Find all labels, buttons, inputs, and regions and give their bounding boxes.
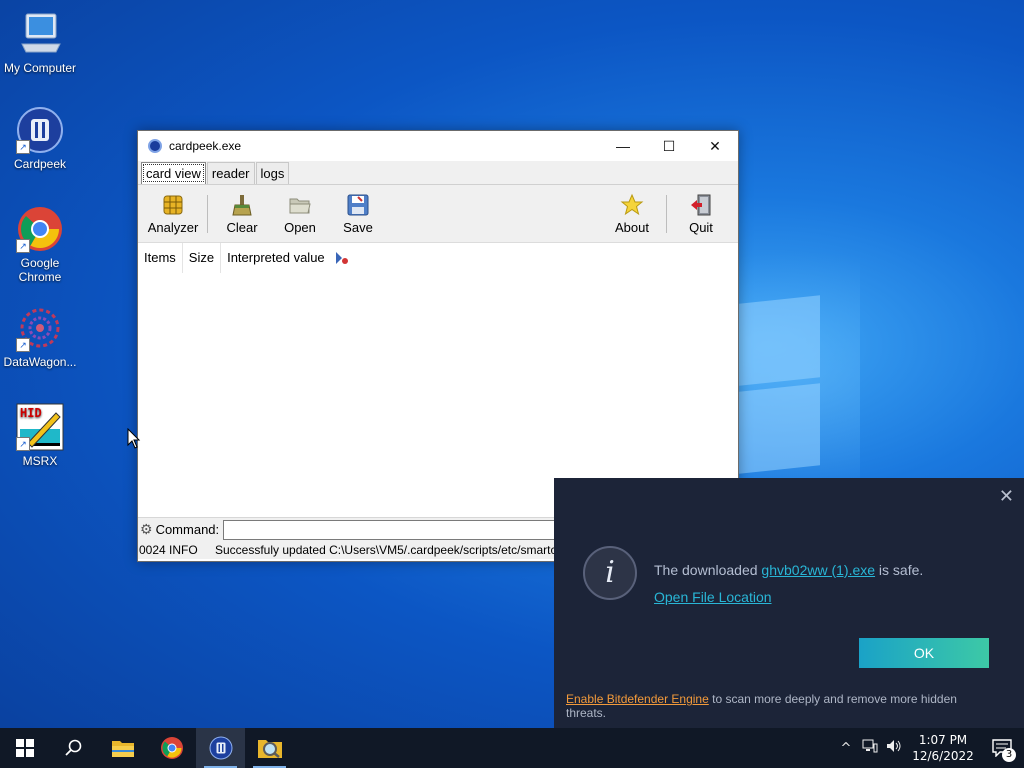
cardpeek-icon: ↗ xyxy=(16,106,64,154)
computer-icon xyxy=(16,10,64,58)
datawagon-icon: ↗ xyxy=(16,304,64,352)
windows-start-icon xyxy=(15,739,34,757)
analyzer-label: Analyzer xyxy=(147,219,199,235)
msrx-icon: HID ↗ xyxy=(16,403,64,451)
desktop-icon-datawagon[interactable]: ↗ DataWagon... xyxy=(0,304,80,369)
broom-icon xyxy=(232,194,252,215)
quit-label: Quit xyxy=(689,219,713,235)
shortcut-arrow-icon: ↗ xyxy=(16,338,30,352)
downloaded-file-link[interactable]: ghvb02ww (1).exe xyxy=(761,562,875,578)
minimize-button[interactable]: — xyxy=(600,131,646,161)
search-icon xyxy=(64,739,81,756)
window-titlebar[interactable]: cardpeek.exe — ☐ ✕ xyxy=(138,131,738,161)
cardpeek-app-icon xyxy=(148,139,162,153)
notification-count-badge: 3 xyxy=(1002,748,1016,762)
toolbar-separator xyxy=(666,194,667,233)
toolbar-separator xyxy=(207,194,208,233)
system-tray: ^ 1:07 PM 12/6/2022 3 xyxy=(834,728,1024,768)
close-button[interactable]: ✕ xyxy=(692,131,738,161)
network-icon[interactable] xyxy=(858,739,882,757)
message-prefix: The downloaded xyxy=(654,562,762,578)
gear-icon: ⚙ xyxy=(140,521,153,537)
maximize-button[interactable]: ☐ xyxy=(646,131,692,161)
about-label: About xyxy=(615,219,649,235)
column-header-size[interactable]: Size xyxy=(183,243,222,273)
about-button[interactable]: About xyxy=(603,193,661,235)
column-header-items[interactable]: Items xyxy=(138,243,183,273)
taskbar-chrome[interactable] xyxy=(147,728,196,768)
volume-icon[interactable] xyxy=(882,739,906,757)
shortcut-arrow-icon: ↗ xyxy=(16,437,30,451)
tab-card-view[interactable]: card view xyxy=(141,162,206,184)
taskbar: ^ 1:07 PM 12/6/2022 3 xyxy=(0,728,1024,768)
clock-date: 12/6/2022 xyxy=(912,749,974,763)
start-button[interactable] xyxy=(0,728,49,768)
tab-bar: card view reader logs xyxy=(138,161,738,185)
status-level: 0024 INFO xyxy=(139,543,198,557)
desktop-icon-label: DataWagon... xyxy=(3,355,77,369)
ok-button[interactable]: OK xyxy=(859,638,989,668)
quit-button[interactable]: Quit xyxy=(672,193,730,235)
svg-text:HID: HID xyxy=(20,406,42,420)
notification-close-button[interactable]: ✕ xyxy=(999,486,1014,507)
window-title: cardpeek.exe xyxy=(169,139,242,153)
desktop-icon-cardpeek[interactable]: ↗ Cardpeek xyxy=(0,106,80,171)
open-button[interactable]: Open xyxy=(271,193,329,235)
notification-footer: Enable Bitdefender Engine to scan more d… xyxy=(566,692,986,720)
enable-bitdefender-engine-link[interactable]: Enable Bitdefender Engine xyxy=(566,692,709,706)
clear-label: Clear xyxy=(226,219,258,235)
tab-logs[interactable]: logs xyxy=(255,162,290,184)
analyzer-button[interactable]: Analyzer xyxy=(144,193,202,235)
save-label: Save xyxy=(343,219,373,235)
chip-icon xyxy=(163,195,183,214)
desktop-icon-my-computer[interactable]: My Computer xyxy=(0,10,80,75)
desktop-icon-label: Google Chrome xyxy=(18,256,62,284)
clock[interactable]: 1:07 PM 12/6/2022 xyxy=(906,732,980,764)
chrome-icon: ↗ xyxy=(16,205,64,253)
desktop-icon-label: MSRX xyxy=(22,454,58,468)
bitdefender-notification: ✕ i The downloaded ghvb02ww (1).exe is s… xyxy=(554,478,1024,728)
magnifier-folder-icon xyxy=(257,740,282,758)
shortcut-arrow-icon: ↗ xyxy=(16,140,30,154)
taskbar-cardpeek[interactable] xyxy=(196,728,245,768)
column-header-interpreted-value[interactable]: Interpreted value xyxy=(221,243,331,273)
desktop-icon-google-chrome[interactable]: ↗ Google Chrome xyxy=(0,205,80,284)
desktop-icon-label: My Computer xyxy=(3,61,77,75)
floppy-disk-icon xyxy=(347,194,369,215)
folder-icon xyxy=(111,741,134,757)
save-button[interactable]: Save xyxy=(329,193,387,235)
status-message: Successfuly updated C:\Users\VM5/.cardpe… xyxy=(215,543,612,557)
mouse-cursor-icon xyxy=(127,428,141,449)
clock-time: 1:07 PM xyxy=(918,733,968,747)
notification-message: The downloaded ghvb02ww (1).exe is safe. xyxy=(654,562,923,578)
shortcut-arrow-icon: ↗ xyxy=(16,239,30,253)
folder-icon xyxy=(289,198,311,213)
taskbar-scanner-app[interactable] xyxy=(245,728,294,768)
action-center-button[interactable]: 3 xyxy=(980,728,1024,768)
chrome-icon xyxy=(160,737,183,759)
show-hidden-icons-button[interactable]: ^ xyxy=(834,741,858,756)
desktop-icon-msrx[interactable]: HID ↗ MSRX xyxy=(0,403,80,468)
toolbar: Analyzer Clear Open Save About Quit xyxy=(138,185,738,243)
toggle-view-icon[interactable] xyxy=(333,250,349,266)
star-icon xyxy=(620,193,644,215)
exit-door-icon xyxy=(691,194,711,215)
desktop-icon-label: Cardpeek xyxy=(13,157,67,171)
info-icon: i xyxy=(583,546,637,600)
open-label: Open xyxy=(284,219,316,235)
command-label: Command: xyxy=(155,522,220,537)
clear-button[interactable]: Clear xyxy=(213,193,271,235)
open-file-location-link[interactable]: Open File Location xyxy=(654,589,772,605)
message-suffix: is safe. xyxy=(875,562,924,578)
tab-reader[interactable]: reader xyxy=(206,162,255,184)
cardpeek-icon xyxy=(209,736,232,760)
search-button[interactable] xyxy=(49,728,98,768)
taskbar-file-explorer[interactable] xyxy=(98,728,147,768)
tree-column-headers: Items Size Interpreted value xyxy=(138,243,738,273)
